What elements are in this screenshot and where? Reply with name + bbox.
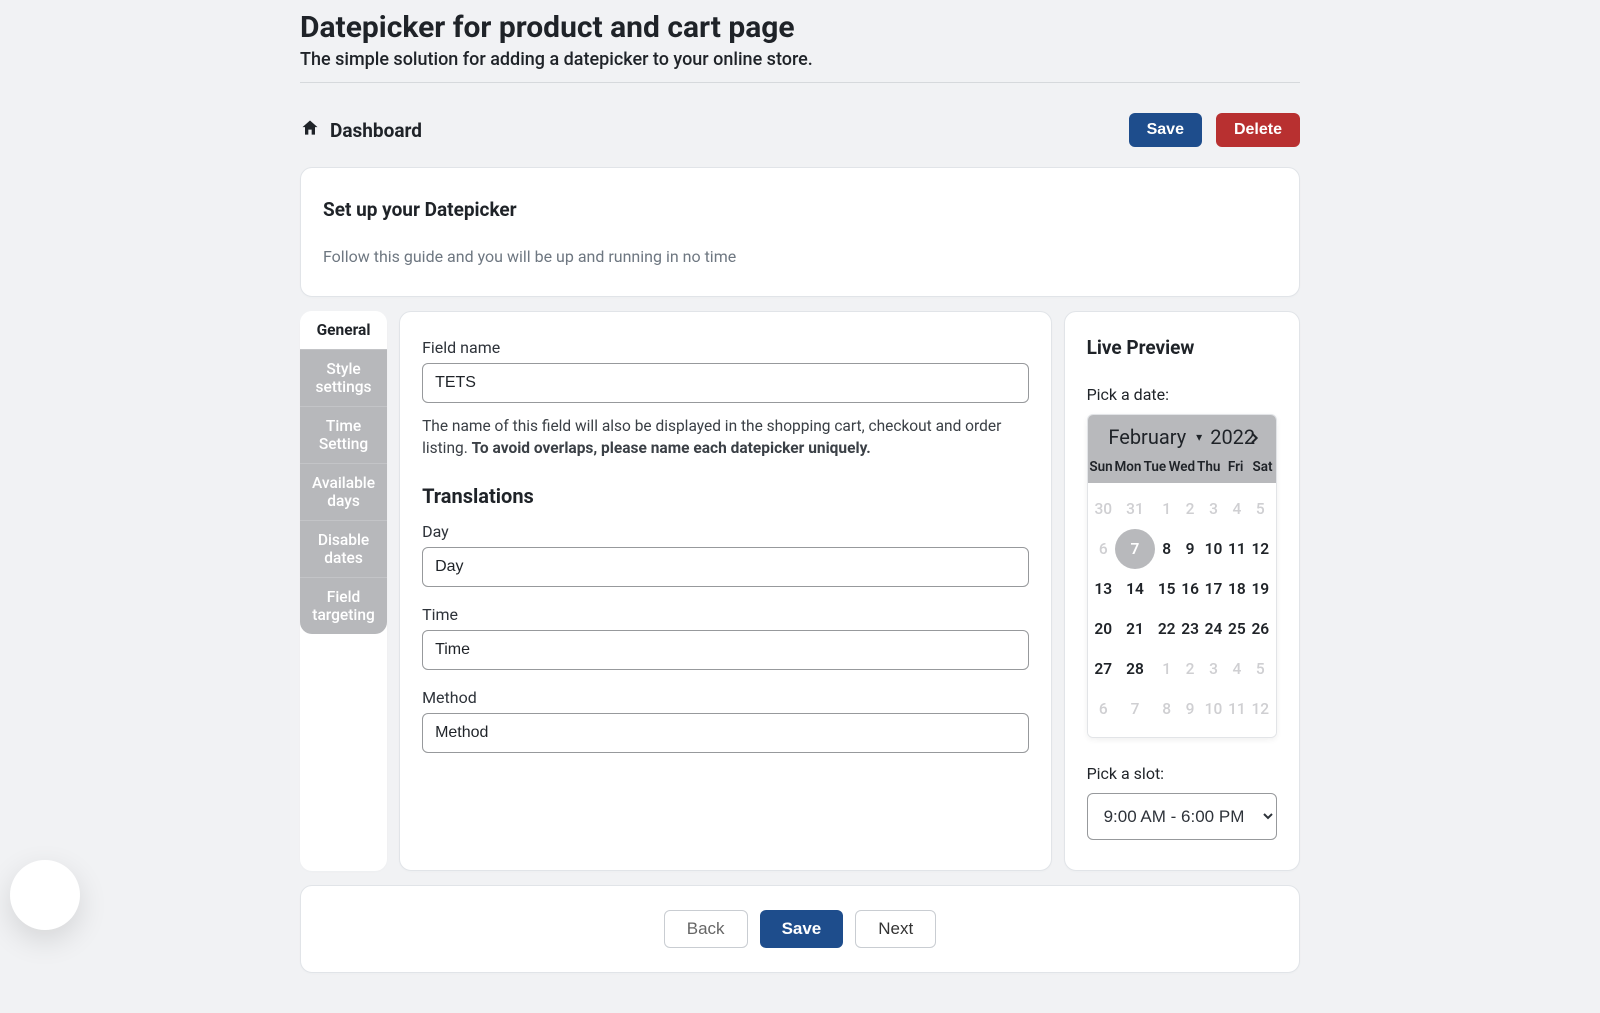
calendar-day: 5 [1249, 649, 1272, 689]
breadcrumb-label: Dashboard [330, 119, 422, 142]
calendar-day[interactable]: 13 [1092, 569, 1115, 609]
calendar-day: 12 [1249, 689, 1272, 729]
calendar-dow: Sun [1088, 459, 1115, 475]
calendar-day[interactable]: 23 [1178, 609, 1201, 649]
calendar-day: 10 [1202, 689, 1225, 729]
page-header: Datepicker for product and cart page The… [300, 10, 1300, 83]
breadcrumb[interactable]: Dashboard [300, 118, 422, 143]
calendar-day[interactable]: 22 [1155, 609, 1178, 649]
calendar-day[interactable]: 27 [1092, 649, 1115, 689]
main-row: GeneralStyle settingsTime SettingAvailab… [300, 311, 1300, 871]
calendar-day: 4 [1225, 489, 1248, 529]
translations-header: Translations [422, 484, 1029, 508]
page-title: Datepicker for product and cart page [300, 10, 1300, 45]
calendar-day: 30 [1092, 489, 1115, 529]
sidenav-item-available-days[interactable]: Available days [300, 464, 387, 521]
preview-card: Live Preview Pick a date: February ▾ 202… [1064, 311, 1300, 871]
top-actions: Save Delete [1129, 113, 1300, 147]
calendar-day: 3 [1202, 489, 1225, 529]
calendar-day: 6 [1092, 529, 1115, 569]
intro-title: Set up your Datepicker [323, 198, 1277, 221]
pick-date-label: Pick a date: [1087, 385, 1277, 404]
calendar-day[interactable]: 26 [1249, 609, 1272, 649]
calendar-day[interactable]: 19 [1249, 569, 1272, 609]
preview-header: Live Preview [1087, 336, 1277, 359]
calendar-day[interactable]: 24 [1202, 609, 1225, 649]
calendar-day[interactable]: 25 [1225, 609, 1248, 649]
home-icon [300, 118, 320, 143]
method-input[interactable] [422, 713, 1029, 753]
intro-body: Follow this guide and you will be up and… [323, 247, 1277, 266]
back-button[interactable]: Back [664, 910, 748, 948]
calendar-day[interactable]: 12 [1249, 529, 1272, 569]
sidenav: GeneralStyle settingsTime SettingAvailab… [300, 311, 387, 871]
calendar-month-select[interactable]: February ▾ [1108, 425, 1202, 449]
field-name-input[interactable] [422, 363, 1029, 403]
calendar-next-button[interactable] [1246, 427, 1262, 443]
calendar-day: 6 [1092, 689, 1115, 729]
calendar-day[interactable]: 17 [1202, 569, 1225, 609]
calendar-day: 3 [1202, 649, 1225, 689]
calendar-day[interactable]: 8 [1155, 529, 1178, 569]
form-card: Field name The name of this field will a… [399, 311, 1052, 871]
sidenav-item-general[interactable]: General [300, 311, 387, 350]
calendar-day: 31 [1115, 489, 1155, 529]
calendar-day[interactable]: 10 [1202, 529, 1225, 569]
calendar-day[interactable]: 28 [1115, 649, 1155, 689]
calendar-day[interactable]: 9 [1178, 529, 1201, 569]
calendar-day[interactable]: 20 [1092, 609, 1115, 649]
sidenav-item-field-targeting[interactable]: Field targeting [300, 578, 387, 634]
day-label: Day [422, 522, 1029, 541]
chevron-down-icon: ▾ [1196, 430, 1202, 444]
calendar-day: 8 [1155, 689, 1178, 729]
calendar-day: 4 [1225, 649, 1248, 689]
field-name-label: Field name [422, 338, 1029, 357]
slot-select[interactable]: 9:00 AM - 6:00 PM [1087, 793, 1277, 840]
method-label: Method [422, 688, 1029, 707]
calendar-day[interactable]: 7 [1115, 529, 1155, 569]
field-name-help: The name of this field will also be disp… [422, 415, 1029, 460]
sidenav-item-time-setting[interactable]: Time Setting [300, 407, 387, 464]
calendar-day: 7 [1115, 689, 1155, 729]
delete-button[interactable]: Delete [1216, 113, 1300, 147]
calendar-dow: Mon [1114, 459, 1141, 475]
day-input[interactable] [422, 547, 1029, 587]
calendar-day: 9 [1178, 689, 1201, 729]
calendar-dow: Wed [1168, 459, 1195, 475]
page-subtitle: The simple solution for adding a datepic… [300, 49, 1300, 70]
footer-panel: Back Save Next [300, 885, 1300, 973]
field-name-help-strong: To avoid overlaps, please name each date… [472, 439, 871, 457]
calendar-day[interactable]: 16 [1178, 569, 1201, 609]
calendar-month-label: February [1108, 425, 1186, 449]
time-input[interactable] [422, 630, 1029, 670]
footer-save-button[interactable]: Save [760, 910, 844, 948]
intro-panel: Set up your Datepicker Follow this guide… [300, 167, 1300, 297]
calendar-dow: Thu [1195, 459, 1222, 475]
calendar: February ▾ 2022 SunMonTueWedThuFriSat 30… [1087, 414, 1277, 738]
calendar-day: 1 [1155, 649, 1178, 689]
calendar-day[interactable]: 18 [1225, 569, 1248, 609]
sidenav-item-disable-dates[interactable]: Disable dates [300, 521, 387, 578]
calendar-day[interactable]: 11 [1225, 529, 1248, 569]
pick-slot-label: Pick a slot: [1087, 764, 1277, 783]
calendar-day: 11 [1225, 689, 1248, 729]
calendar-day: 1 [1155, 489, 1178, 529]
calendar-day: 2 [1178, 489, 1201, 529]
next-button[interactable]: Next [855, 910, 936, 948]
time-label: Time [422, 605, 1029, 624]
save-button[interactable]: Save [1129, 113, 1202, 147]
calendar-day: 2 [1178, 649, 1201, 689]
calendar-dow: Fri [1222, 459, 1249, 475]
calendar-body: 3031123456789101112131415161718192021222… [1088, 483, 1276, 737]
calendar-day[interactable]: 21 [1115, 609, 1155, 649]
calendar-day[interactable]: 15 [1155, 569, 1178, 609]
calendar-dow-row: SunMonTueWedThuFriSat [1088, 455, 1276, 483]
sidenav-item-style-settings[interactable]: Style settings [300, 350, 387, 407]
calendar-dow: Tue [1141, 459, 1168, 475]
calendar-dow: Sat [1249, 459, 1276, 475]
calendar-day[interactable]: 14 [1115, 569, 1155, 609]
calendar-day: 5 [1249, 489, 1272, 529]
topbar: Dashboard Save Delete [300, 83, 1300, 167]
